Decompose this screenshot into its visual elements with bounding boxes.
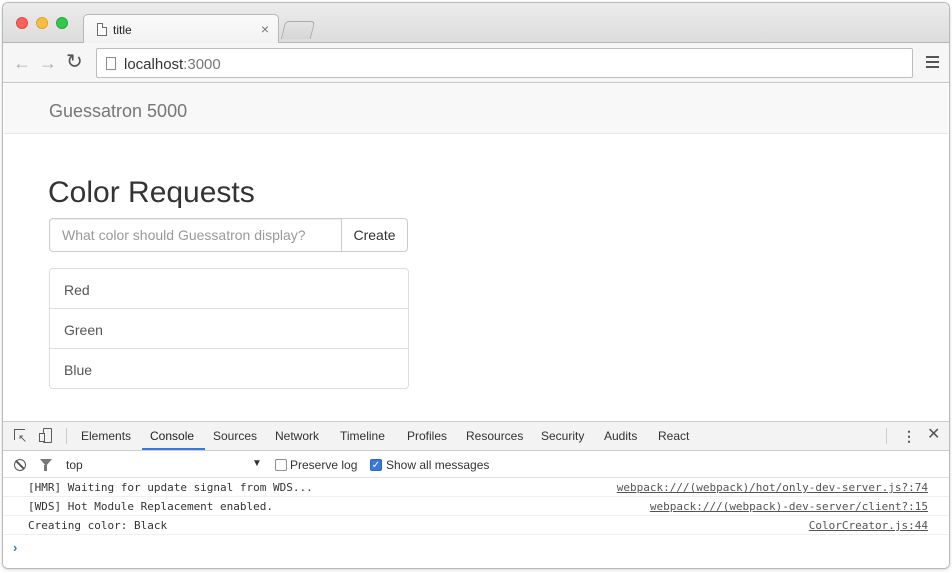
tab-profiles[interactable]: Profiles (407, 429, 447, 443)
tab-sources[interactable]: Sources (213, 429, 257, 443)
browser-toolbar: ← → ↻ localhost:3000 (3, 43, 949, 83)
title-bar: title × (3, 3, 949, 44)
console-log: [HMR] Waiting for update signal from WDS… (3, 478, 949, 535)
active-tab-indicator (142, 448, 205, 450)
browser-window: title × ← → ↻ localhost:3000 Guessatron … (3, 3, 949, 568)
devtools-panel: ↖ Elements Console Sources Network Timel… (3, 421, 949, 568)
tab-close-icon[interactable]: × (261, 21, 269, 37)
tab-react[interactable]: React (658, 429, 689, 443)
divider (886, 428, 887, 444)
app-navbar: Guessatron 5000 (4, 84, 948, 134)
tab-elements[interactable]: Elements (81, 429, 131, 443)
tab-title: title (113, 23, 132, 37)
context-selector[interactable]: top (66, 458, 83, 472)
menu-icon[interactable] (926, 56, 939, 68)
log-text: Creating color: Black (28, 519, 168, 532)
color-request-form: Create (49, 218, 408, 252)
log-text: [WDS] Hot Module Replacement enabled. (28, 500, 274, 513)
create-button[interactable]: Create (341, 218, 408, 252)
filter-icon[interactable] (40, 459, 52, 471)
close-icon[interactable]: ✕ (927, 427, 940, 443)
tab-resources[interactable]: Resources (466, 429, 523, 443)
console-message: [WDS] Hot Module Replacement enabled. we… (3, 497, 949, 516)
log-source-link[interactable]: webpack:///(webpack)/hot/only-dev-server… (617, 481, 928, 494)
tab-audits[interactable]: Audits (604, 429, 637, 443)
show-all-messages-checkbox[interactable]: ✓ (370, 459, 382, 471)
brand-link[interactable]: Guessatron 5000 (49, 101, 187, 122)
page-title: Color Requests (48, 176, 255, 209)
tab-timeline[interactable]: Timeline (340, 429, 385, 443)
more-options-icon[interactable]: ⋮ (902, 428, 916, 444)
zoom-window-button[interactable] (56, 17, 68, 29)
url-host: localhost (124, 56, 184, 73)
page-icon (97, 23, 107, 36)
close-window-button[interactable] (16, 17, 28, 29)
url-text[interactable]: localhost:3000 (124, 56, 221, 73)
console-message: Creating color: Black ColorCreator.js:44 (3, 516, 949, 535)
color-input[interactable] (49, 218, 342, 252)
preserve-log-checkbox[interactable] (275, 459, 287, 471)
color-list: Red Green Blue (49, 268, 409, 389)
clear-console-icon[interactable] (14, 459, 26, 471)
list-item[interactable]: Red (49, 268, 409, 309)
tab-console[interactable]: Console (150, 429, 194, 443)
preserve-log-label[interactable]: Preserve log (290, 458, 357, 472)
dropdown-arrow-icon[interactable]: ▼ (252, 458, 262, 469)
new-tab-button[interactable] (280, 21, 316, 39)
console-prompt[interactable]: › (13, 540, 17, 555)
address-bar[interactable]: localhost:3000 (96, 48, 913, 78)
log-text: [HMR] Waiting for update signal from WDS… (28, 481, 313, 494)
tab-network[interactable]: Network (275, 429, 319, 443)
inspect-element-icon[interactable]: ↖ (14, 429, 28, 445)
divider (66, 428, 67, 444)
console-message: [HMR] Waiting for update signal from WDS… (3, 478, 949, 497)
tab-security[interactable]: Security (541, 429, 584, 443)
back-arrow-icon[interactable]: ← (13, 53, 31, 73)
devtools-tab-bar: ↖ Elements Console Sources Network Timel… (3, 422, 949, 451)
console-filter-bar: top ▼ Preserve log ✓ Show all messages (3, 451, 949, 478)
reload-icon[interactable]: ↻ (66, 52, 83, 72)
list-item[interactable]: Green (49, 308, 409, 349)
device-mode-icon[interactable] (39, 428, 54, 443)
url-port: :3000 (183, 56, 221, 73)
page-content: Guessatron 5000 Color Requests Create Re… (3, 84, 949, 421)
log-source-link[interactable]: webpack:///(webpack)-dev-server/client?:… (650, 500, 928, 513)
show-all-messages-label[interactable]: Show all messages (386, 458, 489, 472)
log-source-link[interactable]: ColorCreator.js:44 (809, 519, 928, 532)
forward-arrow-icon[interactable]: → (39, 53, 57, 73)
browser-tab[interactable]: title × (83, 14, 279, 44)
minimize-window-button[interactable] (36, 17, 48, 29)
page-icon (106, 57, 116, 70)
list-item[interactable]: Blue (49, 348, 409, 389)
